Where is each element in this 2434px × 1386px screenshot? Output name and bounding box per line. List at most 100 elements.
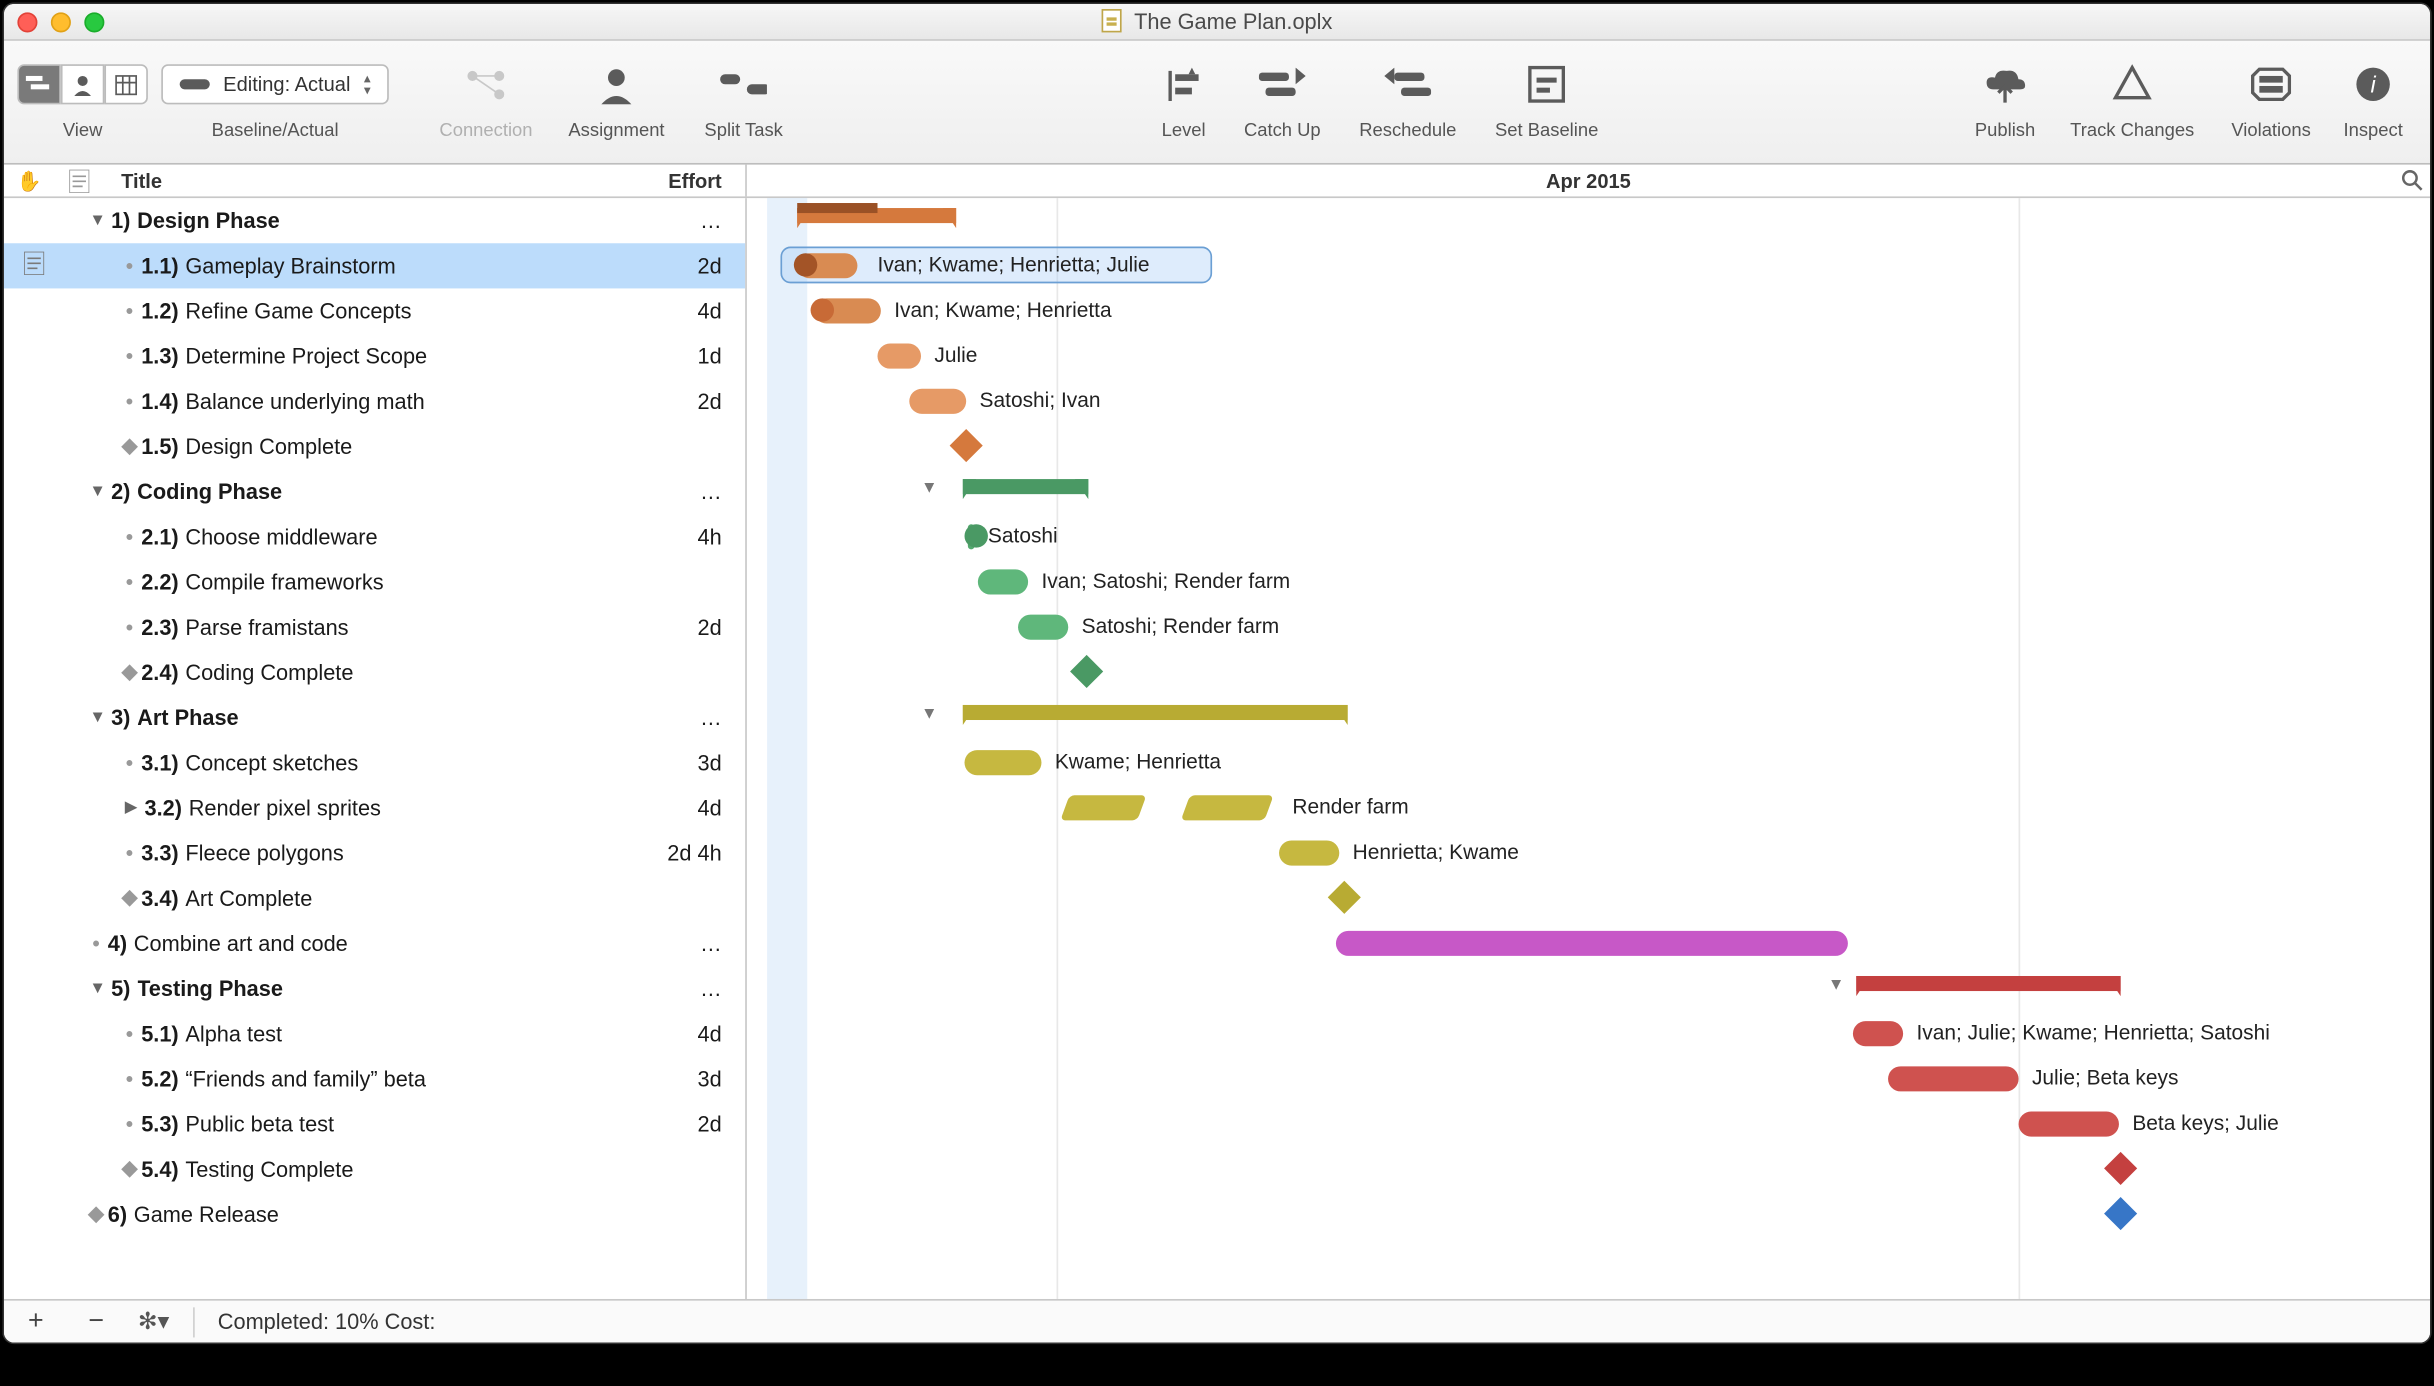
gantt-disclosure[interactable]: ▼ xyxy=(921,705,938,723)
task-title[interactable]: Public beta test xyxy=(185,1111,628,1136)
task-title[interactable]: Compile frameworks xyxy=(185,569,628,594)
hand-column-icon[interactable]: ✋ xyxy=(4,169,54,192)
task-title[interactable]: Choose middleware xyxy=(185,523,628,548)
task-row[interactable]: ▶3.2)Render pixel sprites4d xyxy=(4,785,745,830)
task-effort[interactable]: 3d xyxy=(628,749,745,774)
task-effort[interactable]: … xyxy=(628,704,745,729)
task-bar[interactable] xyxy=(978,570,1028,595)
disclosure-triangle[interactable]: ▼ xyxy=(84,708,111,726)
task-title[interactable]: Alpha test xyxy=(185,1020,628,1045)
task-title[interactable]: Gameplay Brainstorm xyxy=(185,252,628,277)
task-bar[interactable] xyxy=(1853,1021,1903,1046)
task-row[interactable]: •1.1)Gameplay Brainstorm2d xyxy=(4,243,745,288)
action-menu-button[interactable]: ✻▾ xyxy=(138,1307,169,1335)
task-title[interactable]: Coding Complete xyxy=(185,659,628,684)
task-row[interactable]: ◆2.4)Coding Complete xyxy=(4,650,745,695)
task-title[interactable]: Design Complete xyxy=(185,433,628,458)
inspect-button[interactable]: i xyxy=(2350,61,2397,108)
task-bar[interactable] xyxy=(964,750,1041,775)
task-row[interactable]: •5.2)“Friends and family” beta3d xyxy=(4,1056,745,1101)
task-title[interactable]: Design Phase xyxy=(137,207,628,232)
level-button[interactable] xyxy=(1160,61,1207,108)
task-title[interactable]: Art Complete xyxy=(185,885,628,910)
zoom-window-button[interactable] xyxy=(84,12,104,32)
view-mode-segmented[interactable] xyxy=(17,64,148,104)
task-title[interactable]: Concept sketches xyxy=(185,749,628,774)
task-title[interactable]: Balance underlying math xyxy=(185,388,628,413)
publish-button[interactable] xyxy=(1982,61,2029,108)
milestone-marker[interactable] xyxy=(1328,881,1361,914)
split-task-button[interactable] xyxy=(720,61,767,108)
task-effort[interactable]: … xyxy=(628,930,745,955)
task-row[interactable]: •1.3)Determine Project Scope1d xyxy=(4,334,745,379)
task-row[interactable]: ▼1)Design Phase… xyxy=(4,198,745,243)
task-row[interactable]: •1.2)Refine Game Concepts4d xyxy=(4,288,745,333)
task-row[interactable]: ▼3)Art Phase… xyxy=(4,695,745,740)
task-row[interactable]: ◆5.4)Testing Complete xyxy=(4,1147,745,1192)
task-bar[interactable] xyxy=(909,389,966,414)
violations-button[interactable] xyxy=(2248,61,2295,108)
note-column-icon[interactable] xyxy=(54,169,104,192)
milestone-marker[interactable] xyxy=(1070,655,1103,688)
task-row[interactable]: •2.2)Compile frameworks xyxy=(4,559,745,604)
task-row[interactable]: ▼5)Testing Phase… xyxy=(4,966,745,1011)
title-column-header[interactable]: Title xyxy=(104,169,621,192)
group-bar[interactable] xyxy=(963,479,1088,494)
task-effort[interactable]: 2d xyxy=(628,252,745,277)
task-bar-split[interactable] xyxy=(1181,795,1274,820)
task-row[interactable]: ◆1.5)Design Complete xyxy=(4,424,745,469)
connection-button[interactable] xyxy=(463,61,510,108)
disclosure-triangle[interactable]: ▼ xyxy=(84,482,111,500)
task-bar-split[interactable] xyxy=(1060,795,1146,820)
task-title[interactable]: Game Release xyxy=(134,1201,628,1226)
disclosure-triangle[interactable]: ▼ xyxy=(84,979,111,997)
task-title[interactable]: Coding Phase xyxy=(137,478,628,503)
note-icon[interactable] xyxy=(14,251,54,279)
view-calendar-button[interactable] xyxy=(104,64,148,104)
task-row[interactable]: •1.4)Balance underlying math2d xyxy=(4,379,745,424)
task-row[interactable]: •2.3)Parse framistans2d xyxy=(4,605,745,650)
task-effort[interactable]: 4d xyxy=(628,298,745,323)
view-gantt-button[interactable] xyxy=(17,64,61,104)
task-effort[interactable]: 4d xyxy=(628,1020,745,1045)
task-effort[interactable]: 3d xyxy=(628,1066,745,1091)
task-bar[interactable] xyxy=(2018,1112,2118,1137)
task-title[interactable]: Render pixel sprites xyxy=(189,795,628,820)
task-row[interactable]: •3.3)Fleece polygons2d 4h xyxy=(4,831,745,876)
task-row[interactable]: •4)Combine art and code… xyxy=(4,921,745,966)
timeline-date-header[interactable]: Apr 2015 xyxy=(1546,169,1631,192)
task-effort[interactable]: 1d xyxy=(628,343,745,368)
milestone-marker[interactable] xyxy=(2104,1152,2137,1185)
task-bar[interactable] xyxy=(1279,841,1339,866)
task-title[interactable]: Testing Phase xyxy=(137,975,628,1000)
task-effort[interactable]: … xyxy=(628,207,745,232)
task-effort[interactable]: 4d xyxy=(628,795,745,820)
search-icon[interactable] xyxy=(2400,168,2423,196)
task-row[interactable]: •2.1)Choose middleware4h xyxy=(4,514,745,559)
track-changes-button[interactable] xyxy=(2109,61,2156,108)
milestone-marker[interactable] xyxy=(2104,1197,2137,1230)
minimize-window-button[interactable] xyxy=(51,12,71,32)
group-bar[interactable] xyxy=(797,208,956,223)
task-effort[interactable]: 2d xyxy=(628,1111,745,1136)
baseline-actual-dropdown[interactable]: Editing: Actual ▴▾ xyxy=(161,64,389,104)
gantt-chart[interactable]: Ivan; Kwame; Henrietta; JulieIvan; Kwame… xyxy=(747,198,2430,1299)
remove-button[interactable]: − xyxy=(78,1307,115,1337)
task-title[interactable]: Determine Project Scope xyxy=(185,343,628,368)
close-window-button[interactable] xyxy=(17,12,37,32)
task-row[interactable]: •5.3)Public beta test2d xyxy=(4,1102,745,1147)
add-button[interactable]: + xyxy=(17,1307,54,1337)
reschedule-button[interactable] xyxy=(1384,61,1431,108)
assignment-button[interactable] xyxy=(593,61,640,108)
task-title[interactable]: “Friends and family” beta xyxy=(185,1066,628,1091)
task-title[interactable]: Refine Game Concepts xyxy=(185,298,628,323)
group-bar[interactable] xyxy=(1856,976,2120,991)
group-bar[interactable] xyxy=(963,705,1348,720)
task-effort[interactable]: … xyxy=(628,975,745,1000)
task-outline[interactable]: ▼1)Design Phase…•1.1)Gameplay Brainstorm… xyxy=(4,198,747,1299)
task-effort[interactable]: 2d 4h xyxy=(628,840,745,865)
task-bar[interactable] xyxy=(1888,1066,2019,1091)
task-title[interactable]: Art Phase xyxy=(137,704,628,729)
task-row[interactable]: •3.1)Concept sketches3d xyxy=(4,740,745,785)
disclosure-triangle[interactable]: ▼ xyxy=(84,211,111,229)
